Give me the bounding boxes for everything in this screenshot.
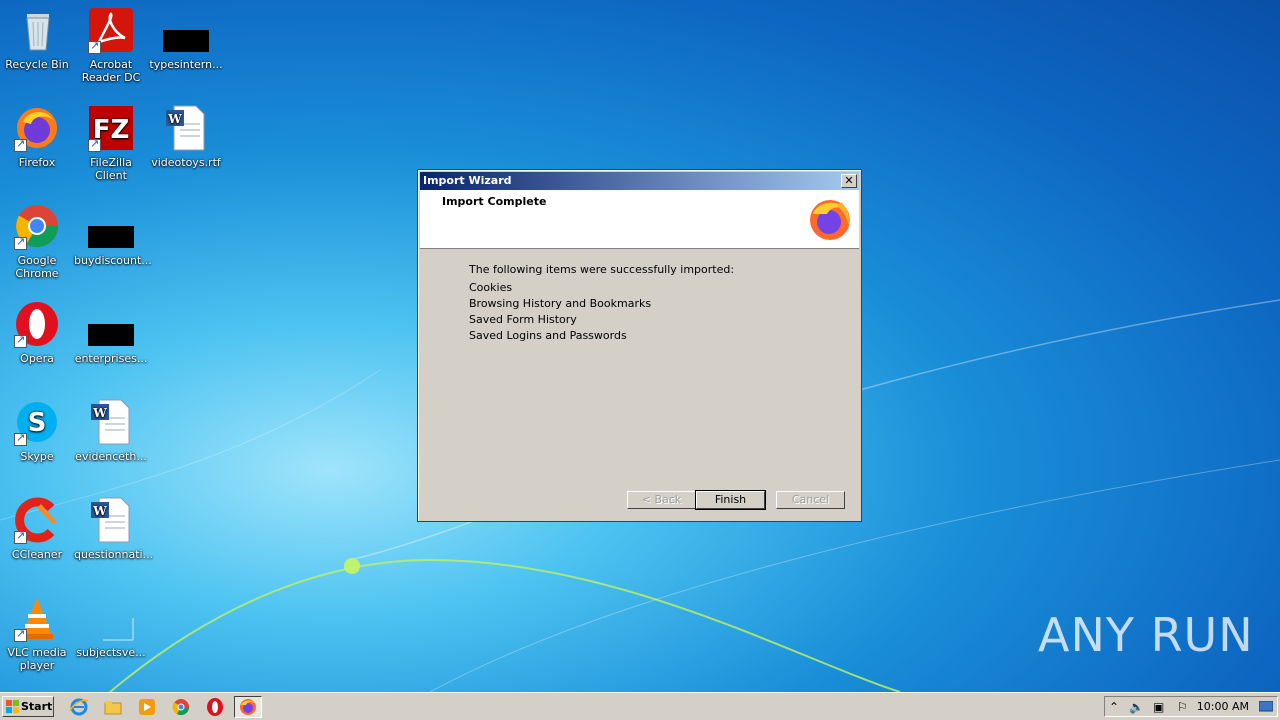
shortcut-arrow-icon: [88, 137, 101, 152]
desktop-icon-label: evidenceth...: [75, 450, 147, 463]
shortcut-arrow-icon: [14, 431, 27, 446]
svg-text:W: W: [92, 504, 107, 518]
taskbar: Start ⌃ 🔈 ▣ ⚐ 10:00 AM: [0, 692, 1280, 720]
svg-text:W: W: [92, 406, 107, 420]
desktop-icon-chrome[interactable]: Google Chrome: [0, 202, 74, 280]
desktop-icon-questionnati[interactable]: W questionnati...: [74, 496, 154, 561]
wizard-page-title: Import Complete: [442, 195, 547, 208]
desktop-icon-evidenceth[interactable]: W evidenceth...: [74, 398, 148, 463]
redacted-icon: [88, 226, 134, 248]
word-document-icon: W: [87, 496, 135, 544]
word-document-icon: W: [87, 398, 135, 446]
shortcut-arrow-icon: [14, 627, 27, 642]
desktop-icon-videotoys[interactable]: W videotoys.rtf: [149, 104, 223, 169]
desktop-icon-label: VLC media player: [7, 646, 67, 672]
watermark-text: ANY RUN: [1038, 608, 1254, 662]
desktop-icon-opera[interactable]: Opera: [0, 300, 74, 365]
desktop-icon-label: Firefox: [18, 156, 56, 169]
skype-icon: S: [13, 398, 61, 446]
chrome-icon: [13, 202, 61, 250]
finish-button[interactable]: Finish: [695, 490, 766, 510]
desktop-icon-label: questionnati...: [74, 548, 154, 561]
show-desktop-icon[interactable]: [1259, 701, 1273, 713]
desktop-icon-label: Recycle Bin: [5, 58, 69, 71]
internet-explorer-icon[interactable]: [69, 697, 89, 717]
desktop-icon-label: subjectsve...: [76, 646, 146, 659]
dialog-titlebar[interactable]: Import Wizard ✕: [420, 172, 859, 190]
desktop-icon-label: Skype: [20, 450, 54, 463]
chrome-icon[interactable]: [171, 697, 191, 717]
recycle-bin-icon: [13, 6, 61, 54]
desktop-icon-label: Google Chrome: [15, 254, 59, 280]
desktop-icon-label: Acrobat Reader DC: [81, 58, 141, 84]
shortcut-arrow-icon: [14, 333, 27, 348]
desktop-icon-label: FileZilla Client: [90, 156, 132, 182]
shortcut-arrow-icon: [14, 137, 27, 152]
windows-logo-icon: [6, 700, 19, 713]
ccleaner-icon: [13, 496, 61, 544]
clock[interactable]: 10:00 AM: [1197, 700, 1249, 713]
desktop-icon-recycle-bin[interactable]: Recycle Bin: [0, 6, 74, 71]
explorer-icon[interactable]: [103, 697, 123, 717]
back-button[interactable]: < Back: [627, 491, 696, 509]
start-label: Start: [21, 700, 53, 713]
show-hidden-icons-icon[interactable]: ⌃: [1109, 700, 1119, 714]
desktop-icon-firefox[interactable]: Firefox: [0, 104, 74, 169]
shortcut-arrow-icon: [14, 529, 27, 544]
word-document-icon: W: [162, 104, 210, 152]
wizard-header: Import Complete: [420, 190, 859, 249]
import-wizard-dialog: Import Wizard ✕ Import Complete The foll…: [417, 169, 862, 522]
close-button[interactable]: ✕: [841, 174, 857, 188]
opera-icon[interactable]: [205, 697, 225, 717]
desktop-icon-label: enterprises...: [74, 352, 148, 365]
imported-item: Saved Form History: [469, 313, 577, 326]
desktop-icon-acrobat[interactable]: Acrobat Reader DC: [74, 6, 148, 84]
desktop-icon-label: buydiscount...: [74, 254, 152, 267]
acrobat-icon: [87, 6, 135, 54]
firefox-taskbar-button[interactable]: [234, 696, 262, 718]
desktop-icon-label: CCleaner: [11, 548, 63, 561]
wizard-body: The following items were successfully im…: [469, 262, 734, 344]
start-button[interactable]: Start: [2, 696, 54, 717]
svg-text:W: W: [167, 112, 182, 126]
vlc-icon: [13, 594, 61, 642]
redacted-icon: [88, 324, 134, 346]
imported-item: Browsing History and Bookmarks: [469, 297, 652, 310]
desktop-icon-label: videotoys.rtf: [151, 156, 221, 169]
desktop-icon-vlc[interactable]: VLC media player: [0, 594, 74, 672]
imported-item: Saved Logins and Passwords: [469, 329, 627, 342]
desktop-icon-ccleaner[interactable]: CCleaner: [0, 496, 74, 561]
desktop-icon-filezilla[interactable]: FZ FileZilla Client: [74, 104, 148, 182]
firefox-icon: [13, 104, 61, 152]
redacted-icon: [163, 30, 209, 52]
file-icon: [87, 594, 135, 642]
filezilla-icon: FZ: [87, 104, 135, 152]
cancel-button[interactable]: Cancel: [776, 491, 845, 509]
svg-text:S: S: [28, 408, 47, 438]
system-tray: ⌃ 🔈 ▣ ⚐ 10:00 AM: [1104, 696, 1278, 717]
import-summary-text: The following items were successfully im…: [469, 263, 735, 276]
desktop-icon-subjectsve[interactable]: subjectsve...: [74, 594, 148, 659]
action-center-flag-icon[interactable]: ⚐: [1177, 700, 1188, 714]
desktop-icon-label: typesintern...: [149, 58, 223, 71]
desktop-icon-label: Opera: [20, 352, 54, 365]
network-icon[interactable]: ▣: [1153, 700, 1164, 714]
firefox-logo-icon: [810, 200, 850, 240]
dialog-title: Import Wizard: [423, 174, 512, 187]
media-player-icon[interactable]: [137, 697, 157, 717]
firefox-icon: [240, 699, 256, 715]
shortcut-arrow-icon: [14, 235, 27, 250]
opera-icon: [13, 300, 61, 348]
shortcut-arrow-icon: [88, 39, 101, 54]
desktop-icon-skype[interactable]: S Skype: [0, 398, 74, 463]
volume-icon[interactable]: 🔈: [1129, 700, 1144, 714]
imported-item: Cookies: [469, 281, 513, 294]
